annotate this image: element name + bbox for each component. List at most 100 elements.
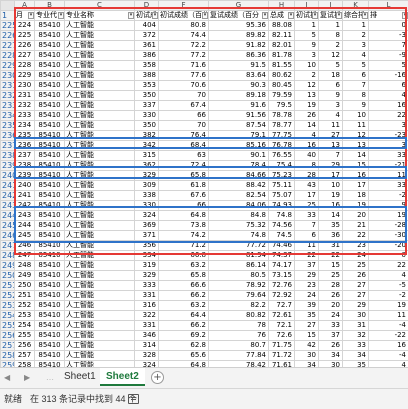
grid-cell[interactable]: 25 xyxy=(294,200,319,211)
header-row[interactable]: 1 月 ▾ 专业代 ▾ 专业名称 ▾ 初试成 ▾ 初试成绩（百分 ▾ 复试成绩（百分 ▾ 总成 ▾ 初试排 ▾ 复… xyxy=(0,10,408,21)
grid-cell[interactable]: 28 xyxy=(294,170,319,181)
grid-cell[interactable]: 331 xyxy=(134,290,159,301)
grid-cell[interactable]: 人工智能 xyxy=(64,300,135,311)
grid-cell[interactable]: 3 xyxy=(294,50,319,61)
grid-cell[interactable]: 71.6 xyxy=(158,60,209,71)
grid-cell[interactable]: 2 xyxy=(342,30,369,41)
row-number[interactable]: 246 xyxy=(0,230,15,241)
row-number[interactable]: 256 xyxy=(0,330,15,341)
grid-cell[interactable]: 72.7 xyxy=(268,300,295,311)
grid-cell[interactable]: 75.32 xyxy=(208,220,269,231)
grid-cell[interactable]: 23 xyxy=(342,240,369,251)
grid-cell[interactable]: 12 xyxy=(342,130,369,141)
spreadsheet-grid[interactable]: ABCDFGHIJKLM 1月▾专业代▾专业名称▾初试成▾初试成绩（百分▾复试成… xyxy=(0,0,408,381)
row-number[interactable]: 250 xyxy=(0,270,15,281)
grid-cell[interactable]: 18 xyxy=(342,190,369,201)
grid-cell[interactable]: 19 xyxy=(368,300,408,311)
grid-cell[interactable]: 人工智能 xyxy=(64,120,135,131)
grid-cell[interactable]: 人工智能 xyxy=(64,310,135,321)
grid-cell[interactable]: 231 xyxy=(14,90,35,101)
grid-cell[interactable]: 24 xyxy=(294,290,319,301)
grid-cell[interactable]: 78.92 xyxy=(208,280,269,291)
grid-cell[interactable]: 90.1 xyxy=(208,150,269,161)
select-all-corner[interactable] xyxy=(0,0,15,11)
grid-cell[interactable]: -30 xyxy=(368,230,408,241)
grid-cell[interactable]: -2 xyxy=(368,190,408,201)
grid-cell[interactable]: 85410 xyxy=(34,140,65,151)
grid-cell[interactable]: 85410 xyxy=(34,260,65,271)
grid-cell[interactable]: 14 xyxy=(318,210,343,221)
grid-cell[interactable]: 75.07 xyxy=(268,190,295,201)
grid-cell[interactable]: 人工智能 xyxy=(64,100,135,111)
grid-cell[interactable]: 315 xyxy=(134,150,159,161)
grid-cell[interactable]: 83.64 xyxy=(208,70,269,81)
grid-cell[interactable]: 33 xyxy=(368,180,408,191)
grid-cell[interactable]: 225 xyxy=(14,30,35,41)
table-row[interactable]: 25825785410人工智能32865.677.8471.72303434-4 xyxy=(0,350,408,361)
grid-cell[interactable]: 19 xyxy=(342,200,369,211)
table-row[interactable]: 23723685410人工智能34268.485.1676.781613133 xyxy=(0,140,408,151)
grid-cell[interactable]: 74.8 xyxy=(268,210,295,221)
grid-cell[interactable]: 11 xyxy=(368,310,408,321)
grid-cell[interactable]: 85410 xyxy=(34,190,65,201)
grid-cell[interactable]: 88.42 xyxy=(208,180,269,191)
table-row[interactable]: 23022985410人工智能38877.683.6480.622186-16 xyxy=(0,70,408,81)
grid-cell[interactable]: 29 xyxy=(342,300,369,311)
grid-cell[interactable]: 85410 xyxy=(34,200,65,211)
grid-cell[interactable]: 85410 xyxy=(34,20,65,31)
row-number[interactable]: 241 xyxy=(0,180,15,191)
grid-cell[interactable]: 5 xyxy=(294,30,319,41)
grid-cell[interactable]: 77.72 xyxy=(208,240,269,251)
grid-cell[interactable]: 80.45 xyxy=(268,80,295,91)
grid-cell[interactable]: 33 xyxy=(368,150,408,161)
grid-cell[interactable]: 95.36 xyxy=(208,20,269,31)
grid-cell[interactable]: 85410 xyxy=(34,320,65,331)
grid-cell[interactable]: 82.01 xyxy=(268,40,295,51)
grid-cell[interactable]: 9 xyxy=(318,90,343,101)
grid-cell[interactable]: 72.61 xyxy=(268,310,295,321)
grid-cell[interactable]: 人工智能 xyxy=(64,270,135,281)
grid-cell[interactable]: 10 xyxy=(342,110,369,121)
grid-cell[interactable]: 71.72 xyxy=(268,350,295,361)
grid-cell[interactable]: 3 xyxy=(368,120,408,131)
grid-cell[interactable]: 74.17 xyxy=(268,260,295,271)
grid-cell[interactable]: 372 xyxy=(134,30,159,41)
grid-cell[interactable]: 85410 xyxy=(34,210,65,221)
grid-cell[interactable]: 4 xyxy=(368,90,408,101)
grid-cell[interactable]: 6 xyxy=(318,80,343,91)
grid-cell[interactable]: -2 xyxy=(368,290,408,301)
grid-cell[interactable]: 87.54 xyxy=(208,120,269,131)
grid-cell[interactable]: 226 xyxy=(14,40,35,51)
table-row[interactable]: 24124085410人工智能30961.888.4275.1143101733 xyxy=(0,180,408,191)
row-number[interactable]: 238 xyxy=(0,150,15,161)
table-row[interactable]: 25625585410人工智能34669.27672.6153732-22 xyxy=(0,330,408,341)
grid-cell[interactable]: 329 xyxy=(134,170,159,181)
column-header-b[interactable]: B xyxy=(34,0,65,11)
table-row[interactable]: 25225185410人工智能33166.279.6472.92242627-2 xyxy=(0,290,408,301)
grid-cell[interactable]: 9 xyxy=(294,40,319,51)
grid-cell[interactable]: 76.4 xyxy=(158,130,209,141)
grid-cell[interactable]: 3 xyxy=(368,140,408,151)
grid-cell[interactable]: 90.3 xyxy=(208,80,269,91)
row-number[interactable]: 227 xyxy=(0,40,15,51)
grid-cell[interactable]: 80.5 xyxy=(208,270,269,281)
table-row[interactable]: 24924885410人工智能31963.286.1474.1737152522 xyxy=(0,260,408,271)
grid-cell[interactable]: 13 xyxy=(342,140,369,151)
table-row[interactable]: 25325285410人工智能31663.282.272.739202919 xyxy=(0,300,408,311)
grid-cell[interactable]: 78.4 xyxy=(208,160,269,171)
grid-cell[interactable]: 89.18 xyxy=(208,90,269,101)
column-header-h[interactable]: H xyxy=(268,0,295,11)
grid-cell[interactable]: 27 xyxy=(342,280,369,291)
grid-cell[interactable]: 7 xyxy=(368,40,408,51)
filter-dropdown-icon[interactable]: ▾ xyxy=(312,12,318,19)
grid-cell[interactable]: 85410 xyxy=(34,280,65,291)
grid-cell[interactable]: 309 xyxy=(134,180,159,191)
grid-cell[interactable]: 4 xyxy=(368,270,408,281)
grid-cell[interactable]: 人工智能 xyxy=(64,250,135,261)
grid-cell[interactable]: 人工智能 xyxy=(64,150,135,161)
table-row[interactable]: 24324285410人工智能3306684.0674.932516199 xyxy=(0,200,408,211)
grid-cell[interactable]: 63.2 xyxy=(158,260,209,271)
grid-cell[interactable]: 22 xyxy=(342,230,369,241)
grid-cell[interactable]: 233 xyxy=(14,110,35,121)
grid-cell[interactable]: 85410 xyxy=(34,120,65,131)
